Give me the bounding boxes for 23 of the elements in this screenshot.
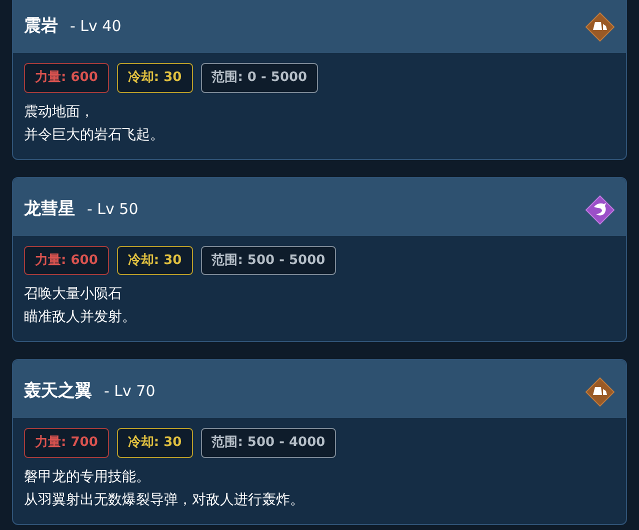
stat-tag: 范围: 500 - 4000	[200, 428, 336, 458]
description-line: 震动地面，	[24, 102, 95, 122]
stat-tag: 力量: 600	[24, 63, 109, 92]
description-line: 瞄准敌人并发射。	[24, 308, 137, 327]
skill-name: 震岩	[24, 15, 58, 38]
description-line: 磐甲龙的专用技能。	[24, 468, 151, 486]
stat-tag: 力量: 600	[24, 246, 109, 275]
skill-name: 龙彗星	[24, 198, 75, 221]
description-line: 并令巨大的岩石飞起。	[24, 126, 165, 144]
description-line: 从羽翼射出无数爆裂导弹，对敌人进行轰炸。	[24, 490, 305, 510]
description-line: 召唤大量小陨石	[24, 285, 123, 304]
skill-level: - Lv 40	[70, 16, 122, 38]
skill-level: - Lv 50	[87, 198, 138, 220]
rock-icon	[585, 377, 615, 407]
stat-tag: 力量: 700	[24, 428, 109, 458]
stat-tag: 范围: 500 - 5000	[200, 246, 336, 275]
skill-name: 轰天之翼	[24, 380, 92, 404]
stat-tag: 范围: 0 - 5000	[200, 63, 318, 92]
stat-tag: 冷却: 30	[116, 246, 193, 275]
stat-tag: 冷却: 30	[116, 428, 193, 458]
stat-tag: 冷却: 30	[116, 63, 193, 92]
rock-icon	[585, 12, 615, 42]
skill-level: - Lv 70	[104, 381, 156, 402]
